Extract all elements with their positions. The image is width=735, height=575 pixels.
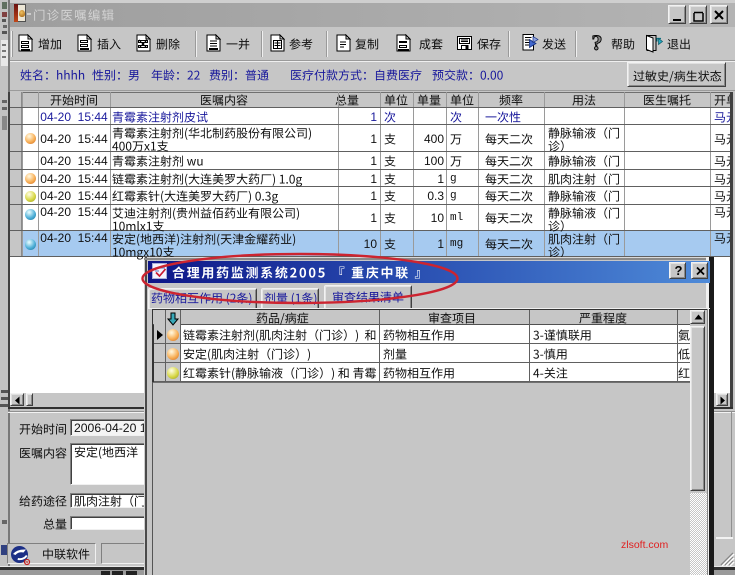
svg-text:?: ?	[592, 30, 603, 55]
